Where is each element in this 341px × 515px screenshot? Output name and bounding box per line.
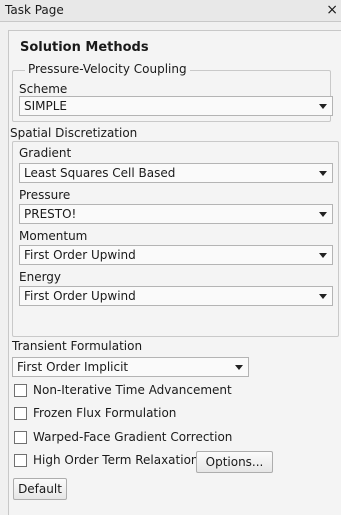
chevron-down-icon	[319, 104, 327, 109]
non-iterative-time-advancement-label: Non-Iterative Time Advancement	[33, 383, 232, 397]
gradient-value: Least Squares Cell Based	[24, 166, 176, 180]
transient-formulation-value: First Order Implicit	[17, 360, 129, 374]
gradient-dropdown[interactable]: Least Squares Cell Based	[19, 163, 333, 183]
options-button[interactable]: Options...	[196, 451, 273, 473]
section-heading: Solution Methods	[20, 40, 149, 55]
chevron-down-icon	[319, 212, 327, 217]
energy-label: Energy	[19, 270, 62, 284]
gradient-label: Gradient	[19, 146, 72, 160]
pressure-value: PRESTO!	[24, 207, 77, 221]
close-icon[interactable]: ×	[326, 1, 338, 19]
task-panel: Solution Methods Pressure-Velocity Coupl…	[8, 30, 341, 515]
pressure-label: Pressure	[19, 188, 71, 202]
transient-formulation-label: Transient Formulation	[12, 339, 143, 353]
default-button[interactable]: Default	[13, 478, 67, 500]
warped-face-gradient-correction-checkbox[interactable]	[14, 431, 27, 444]
momentum-dropdown[interactable]: First Order Upwind	[19, 245, 333, 265]
scheme-value: SIMPLE	[24, 99, 68, 113]
title-bar: Task Page ×	[0, 0, 341, 22]
scheme-label: Scheme	[19, 82, 68, 96]
warped-face-gradient-correction-label: Warped-Face Gradient Correction	[33, 430, 233, 444]
window-title: Task Page	[5, 3, 64, 17]
momentum-label: Momentum	[19, 229, 88, 243]
frozen-flux-formulation-checkbox[interactable]	[14, 407, 27, 420]
energy-value: First Order Upwind	[24, 289, 136, 303]
pressure-dropdown[interactable]: PRESTO!	[19, 204, 333, 224]
frozen-flux-formulation-label: Frozen Flux Formulation	[33, 406, 177, 420]
high-order-term-relaxation-label: High Order Term Relaxation	[33, 453, 199, 467]
chevron-down-icon	[319, 294, 327, 299]
spatial-discretization-legend: Spatial Discretization	[10, 126, 138, 140]
pressure-velocity-legend: Pressure-Velocity Coupling	[25, 62, 190, 76]
non-iterative-time-advancement-checkbox[interactable]	[14, 384, 27, 397]
chevron-down-icon	[235, 365, 243, 370]
momentum-value: First Order Upwind	[24, 248, 136, 262]
chevron-down-icon	[319, 171, 327, 176]
energy-dropdown[interactable]: First Order Upwind	[19, 286, 333, 306]
transient-formulation-dropdown[interactable]: First Order Implicit	[12, 357, 249, 377]
high-order-term-relaxation-checkbox[interactable]	[14, 454, 27, 467]
chevron-down-icon	[319, 253, 327, 258]
scheme-dropdown[interactable]: SIMPLE	[19, 96, 333, 116]
